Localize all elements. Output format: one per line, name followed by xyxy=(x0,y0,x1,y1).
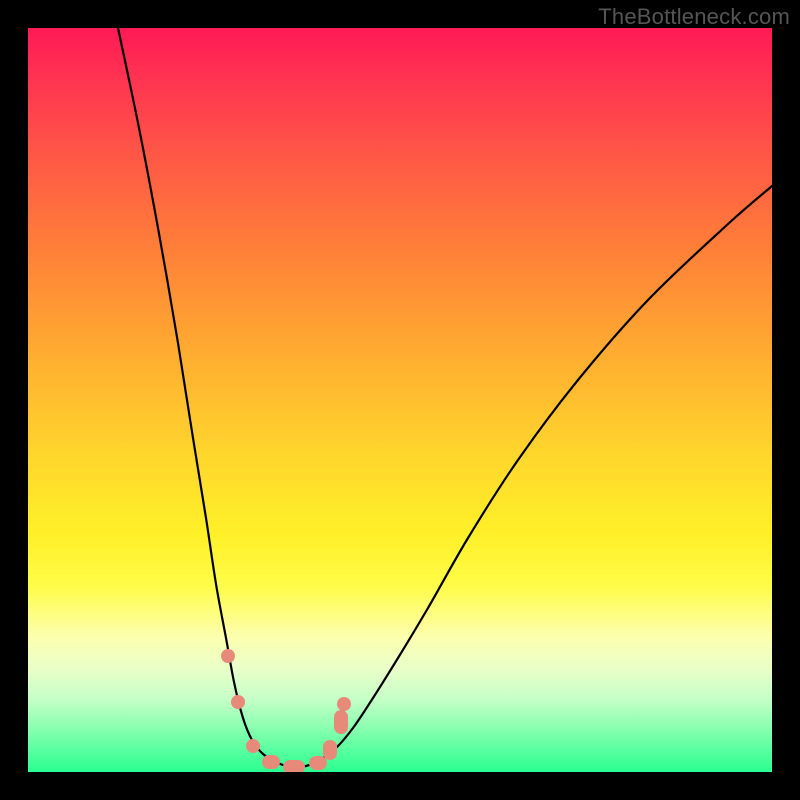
marker-bottom-3 xyxy=(309,756,327,770)
marker-right-lower xyxy=(323,740,337,760)
marker-right-upper xyxy=(334,710,348,734)
marker-bottom-left xyxy=(246,739,260,753)
watermark-text: TheBottleneck.com xyxy=(598,4,790,30)
bottleneck-chart xyxy=(28,28,772,772)
bottleneck-curve xyxy=(118,28,772,767)
marker-bottom-1 xyxy=(262,755,280,769)
marker-bottom-2 xyxy=(283,760,305,772)
chart-frame xyxy=(28,28,772,772)
marker-left-upper xyxy=(221,649,235,663)
marker-right-top xyxy=(337,697,351,711)
marker-left-mid xyxy=(231,695,245,709)
